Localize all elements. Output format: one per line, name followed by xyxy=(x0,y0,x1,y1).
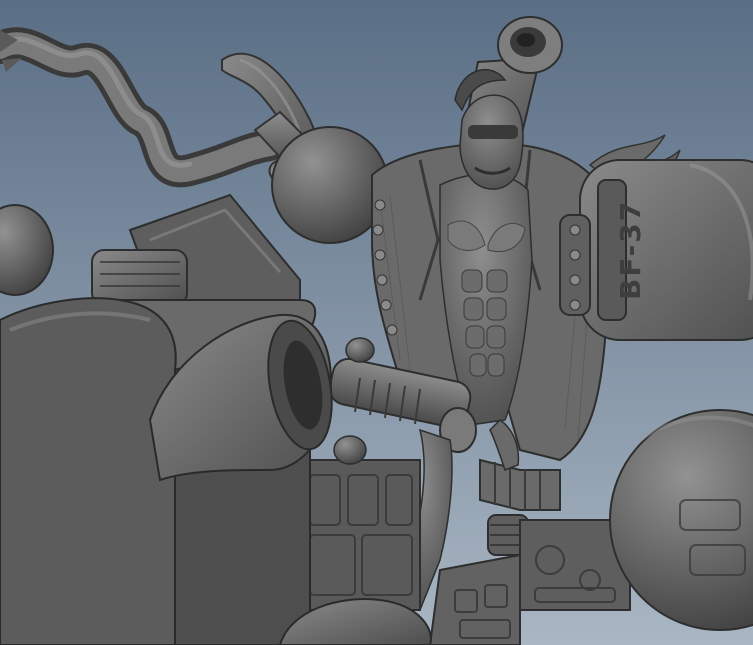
sunglasses xyxy=(468,125,518,139)
viewport-canvas[interactable]: BF-37 xyxy=(0,0,753,645)
shoulder-sphere xyxy=(271,126,389,244)
3d-viewport[interactable]: BF-37 xyxy=(0,0,753,645)
cannon-marking: BF-37 xyxy=(614,200,647,300)
side-cannon: BF-37 xyxy=(559,159,753,341)
